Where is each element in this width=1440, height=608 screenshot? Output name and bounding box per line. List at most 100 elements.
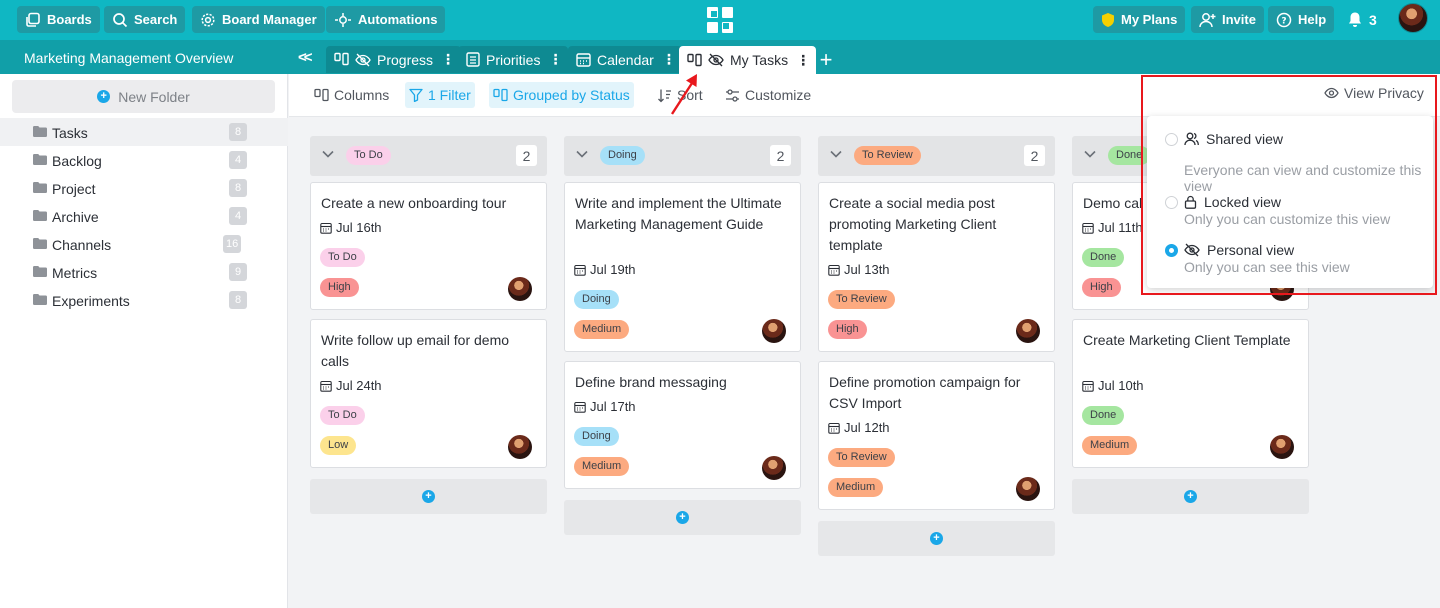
tab-calendar[interactable]: Calendar ⋮ — [568, 46, 682, 73]
status-badge: To Do — [320, 248, 365, 267]
search-button[interactable]: Search — [104, 6, 186, 33]
automations-icon — [335, 12, 351, 27]
tab-menu-icon[interactable]: ⋮ — [796, 52, 810, 69]
help-button[interactable]: ? Help — [1268, 6, 1335, 33]
due-date: Jul 16th — [320, 220, 382, 235]
users-icon — [1184, 132, 1199, 146]
due-date: Jul 12th — [828, 420, 890, 435]
plus-circle-icon: + — [676, 511, 689, 524]
sidebar-item-experiments[interactable]: Experiments 8 — [0, 286, 288, 314]
chevron-down-icon[interactable] — [576, 150, 588, 158]
eye-off-icon — [1184, 243, 1200, 257]
my-plans-button[interactable]: My Plans — [1093, 6, 1186, 33]
add-card-button[interactable]: + — [310, 479, 547, 514]
filter-button[interactable]: 1 Filter — [405, 82, 475, 108]
tab-my-tasks[interactable]: My Tasks ⋮ — [679, 46, 817, 74]
due-date: Jul 11th — [1082, 220, 1143, 235]
locked-view-radio[interactable] — [1165, 196, 1178, 209]
calendar-icon — [320, 380, 332, 392]
due-date: Jul 10th — [1082, 378, 1144, 393]
tab-menu-icon[interactable]: ⋮ — [662, 51, 676, 68]
folder-count: 8 — [229, 291, 247, 309]
task-card[interactable]: Create a social media post promoting Mar… — [818, 182, 1055, 352]
sidebar-item-backlog[interactable]: Backlog 4 — [0, 146, 288, 174]
view-privacy-menu: Shared view Everyone can view and custom… — [1147, 116, 1433, 288]
task-card[interactable]: Create a new onboarding tour Jul 16th To… — [310, 182, 547, 310]
task-card[interactable]: Create Marketing Client Template Jul 10t… — [1072, 319, 1309, 468]
sidebar-item-project[interactable]: Project 8 — [0, 174, 288, 202]
privacy-option-personal[interactable]: Personal view Only you can see this view — [1147, 242, 1433, 276]
sidebar-item-metrics[interactable]: Metrics 9 — [0, 258, 288, 286]
card-title: Create Marketing Client Template — [1083, 332, 1291, 348]
due-date: Jul 19th — [574, 262, 636, 277]
assignee-avatar[interactable] — [1016, 319, 1040, 343]
tab-priorities[interactable]: Priorities ⋮ — [458, 46, 569, 73]
status-badge: Doing — [574, 427, 619, 446]
folder-icon — [33, 294, 47, 305]
status-badge: Doing — [600, 146, 645, 165]
sidebar-item-archive[interactable]: Archive 4 — [0, 202, 288, 230]
assignee-avatar[interactable] — [762, 319, 786, 343]
boards-button[interactable]: Boards — [17, 6, 100, 33]
sidebar: + New Folder Tasks 8 Backlog 4 Project 8… — [0, 74, 288, 608]
status-badge: Done — [1108, 146, 1151, 165]
column-count: 2 — [1024, 145, 1045, 166]
notifications-button[interactable]: 3 — [1347, 6, 1377, 33]
column-header-doing: Doing 2 — [564, 136, 801, 176]
add-card-button[interactable]: + — [1072, 479, 1309, 514]
assignee-avatar[interactable] — [1270, 435, 1294, 459]
tab-menu-icon[interactable]: ⋮ — [441, 51, 455, 68]
priority-badge: Medium — [574, 457, 630, 476]
eye-icon — [1324, 87, 1339, 99]
columns-button[interactable]: Columns — [310, 82, 393, 108]
folder-icon — [33, 126, 47, 137]
add-tab-button[interactable]: + — [813, 47, 839, 73]
top-bar: Boards Search Board Manager Automations … — [0, 0, 1440, 40]
automations-button[interactable]: Automations — [326, 6, 446, 33]
plus-circle-icon: + — [1184, 490, 1197, 503]
add-card-button[interactable]: + — [564, 500, 801, 535]
calendar-icon — [576, 53, 591, 67]
new-folder-button[interactable]: + New Folder — [12, 80, 275, 113]
assignee-avatar[interactable] — [508, 435, 532, 459]
assignee-avatar[interactable] — [762, 456, 786, 480]
customize-button[interactable]: Customize — [721, 82, 815, 108]
task-card[interactable]: Write and implement the Ultimate Marketi… — [564, 182, 801, 352]
add-user-icon — [1199, 12, 1216, 27]
task-card[interactable]: Write follow up email for demo calls Jul… — [310, 319, 547, 468]
invite-button[interactable]: Invite — [1191, 6, 1264, 33]
chevron-down-icon[interactable] — [322, 150, 334, 158]
search-icon — [113, 12, 128, 27]
board-title: Marketing Management Overview — [24, 50, 234, 66]
sidebar-item-channels[interactable]: Channels 16 — [0, 230, 288, 258]
tab-menu-icon[interactable]: ⋮ — [548, 51, 562, 68]
user-avatar[interactable] — [1398, 3, 1428, 33]
privacy-option-locked[interactable]: Locked view Only you can customize this … — [1147, 194, 1433, 228]
folder-count: 16 — [223, 235, 242, 253]
eye-off-icon — [355, 53, 371, 66]
tab-progress[interactable]: Progress ⋮ — [326, 46, 462, 73]
bell-icon — [1349, 12, 1361, 27]
assignee-avatar[interactable] — [1016, 477, 1040, 501]
folder-icon — [33, 154, 47, 165]
privacy-option-shared[interactable]: Shared view Everyone can view and custom… — [1147, 130, 1433, 194]
assignee-avatar[interactable] — [508, 277, 532, 301]
sidebar-item-tasks[interactable]: Tasks 8 — [0, 118, 288, 146]
kanban-icon — [687, 53, 702, 66]
app-logo-icon[interactable] — [706, 6, 734, 34]
personal-view-radio[interactable] — [1165, 244, 1178, 257]
task-card[interactable]: Define promotion campaign for CSV Import… — [818, 361, 1055, 510]
shared-view-radio[interactable] — [1165, 133, 1178, 146]
task-card[interactable]: Define brand messaging Jul 17th Doing Me… — [564, 361, 801, 489]
list-icon — [466, 52, 480, 67]
collapse-sidebar-icon[interactable]: << — [298, 49, 312, 66]
chevron-down-icon[interactable] — [1084, 150, 1096, 158]
plus-circle-icon: + — [930, 532, 943, 545]
add-card-button[interactable]: + — [818, 521, 1055, 556]
group-by-button[interactable]: Grouped by Status — [489, 82, 634, 108]
folder-icon — [33, 210, 47, 221]
status-badge: To Do — [320, 406, 365, 425]
view-privacy-button[interactable]: View Privacy — [1324, 85, 1424, 101]
chevron-down-icon[interactable] — [830, 150, 842, 158]
board-manager-button[interactable]: Board Manager — [192, 6, 325, 33]
